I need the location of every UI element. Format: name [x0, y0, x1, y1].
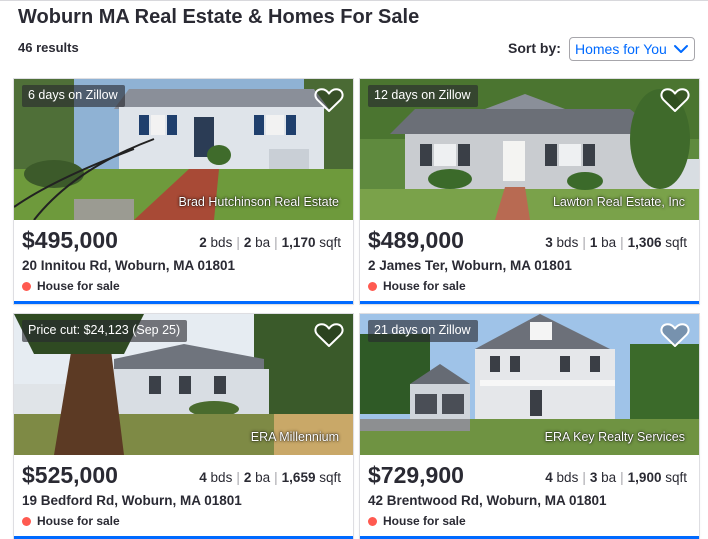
listing-price: $525,000 — [22, 462, 118, 488]
results-count: 46 results — [18, 40, 79, 55]
separator: | — [620, 470, 624, 485]
brokerage-name: Lawton Real Estate, Inc — [552, 195, 685, 209]
listing-photo[interactable]: 6 days on Zillow Brad Hutchinson Real Es… — [14, 79, 353, 220]
baths-unit: ba — [601, 470, 617, 485]
listing-price: $729,900 — [368, 462, 464, 488]
beds-value: 2 — [199, 235, 207, 250]
baths-value: 2 — [243, 235, 252, 250]
beds-unit: bds — [210, 470, 233, 485]
sqft-value: 1,900 — [627, 470, 662, 485]
card-accent-bar — [360, 301, 699, 304]
listing-card[interactable]: 6 days on Zillow Brad Hutchinson Real Es… — [14, 79, 353, 304]
top-divider — [0, 0, 708, 1]
separator: | — [236, 235, 240, 250]
listing-status: House for sale — [368, 279, 466, 293]
brokerage-name: Brad Hutchinson Real Estate — [178, 195, 339, 209]
separator: | — [274, 470, 278, 485]
baths-value: 2 — [243, 470, 252, 485]
listing-status: House for sale — [22, 279, 120, 293]
separator: | — [236, 470, 240, 485]
sqft-unit: sqft — [319, 470, 341, 485]
listing-photo[interactable]: 12 days on Zillow Lawton Real Estate, In… — [360, 79, 699, 220]
chevron-down-icon — [674, 45, 688, 53]
listing-photo[interactable]: 21 days on Zillow ERA Key Realty Service… — [360, 314, 699, 455]
listing-card[interactable]: Price cut: $24,123 (Sep 25) ERA Millenni… — [14, 314, 353, 539]
listing-price: $489,000 — [368, 227, 464, 253]
listing-badge: 21 days on Zillow — [368, 320, 478, 342]
baths-unit: ba — [601, 235, 617, 250]
beds-unit: bds — [556, 470, 579, 485]
listing-address[interactable]: 19 Bedford Rd, Woburn, MA 01801 — [22, 493, 242, 508]
sqft-value: 1,306 — [627, 235, 662, 250]
sqft-value: 1,659 — [281, 470, 316, 485]
listing-facts: 4 bds | 2 ba | 1,659 sqft — [199, 470, 341, 485]
heart-icon[interactable] — [314, 87, 344, 113]
status-dot-icon — [22, 517, 31, 526]
listing-card[interactable]: 21 days on Zillow ERA Key Realty Service… — [360, 314, 699, 539]
status-dot-icon — [368, 282, 377, 291]
card-accent-bar — [14, 301, 353, 304]
separator: | — [620, 235, 624, 250]
separator: | — [582, 470, 586, 485]
status-dot-icon — [368, 517, 377, 526]
heart-icon[interactable] — [660, 87, 690, 113]
page-title: Woburn MA Real Estate & Homes For Sale — [18, 6, 420, 28]
baths-unit: ba — [255, 235, 271, 250]
listing-badge: 6 days on Zillow — [22, 85, 125, 107]
listing-badge: Price cut: $24,123 (Sep 25) — [22, 320, 188, 342]
brokerage-name: ERA Millennium — [250, 430, 339, 444]
status-dot-icon — [22, 282, 31, 291]
separator: | — [582, 235, 586, 250]
listing-facts: 3 bds | 1 ba | 1,306 sqft — [545, 235, 687, 250]
listing-badge: 12 days on Zillow — [368, 85, 478, 107]
listing-facts: 2 bds | 2 ba | 1,170 sqft — [199, 235, 341, 250]
sort-dropdown[interactable]: Homes for You — [569, 37, 695, 61]
listing-photo[interactable]: Price cut: $24,123 (Sep 25) ERA Millenni… — [14, 314, 353, 455]
sqft-unit: sqft — [665, 235, 687, 250]
sort-label: Sort by: — [508, 40, 561, 56]
baths-value: 3 — [589, 470, 598, 485]
status-text: House for sale — [383, 279, 466, 293]
baths-unit: ba — [255, 470, 271, 485]
listing-status: House for sale — [368, 514, 466, 528]
beds-value: 3 — [545, 235, 553, 250]
heart-icon[interactable] — [660, 322, 690, 348]
baths-value: 1 — [589, 235, 598, 250]
listing-address[interactable]: 20 Innitou Rd, Woburn, MA 01801 — [22, 258, 235, 273]
sort-dropdown-value: Homes for You — [575, 41, 667, 57]
brokerage-name: ERA Key Realty Services — [544, 430, 685, 444]
listing-price: $495,000 — [22, 227, 118, 253]
separator: | — [274, 235, 278, 250]
beds-unit: bds — [210, 235, 233, 250]
status-text: House for sale — [383, 514, 466, 528]
listing-status: House for sale — [22, 514, 120, 528]
sqft-unit: sqft — [665, 470, 687, 485]
status-text: House for sale — [37, 279, 120, 293]
listing-facts: 4 bds | 3 ba | 1,900 sqft — [545, 470, 687, 485]
listing-card[interactable]: 12 days on Zillow Lawton Real Estate, In… — [360, 79, 699, 304]
listing-address[interactable]: 2 James Ter, Woburn, MA 01801 — [368, 258, 572, 273]
beds-unit: bds — [556, 235, 579, 250]
heart-icon[interactable] — [314, 322, 344, 348]
listing-address[interactable]: 42 Brentwood Rd, Woburn, MA 01801 — [368, 493, 607, 508]
sqft-value: 1,170 — [281, 235, 316, 250]
sqft-unit: sqft — [319, 235, 341, 250]
beds-value: 4 — [199, 470, 207, 485]
beds-value: 4 — [545, 470, 553, 485]
status-text: House for sale — [37, 514, 120, 528]
